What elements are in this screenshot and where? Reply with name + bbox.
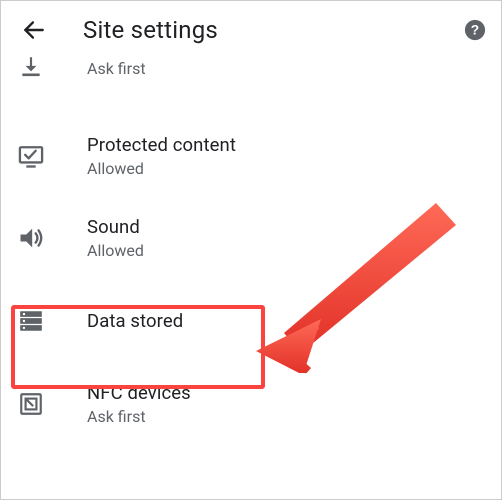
row-title: Sound [87,216,144,238]
page-title: Site settings [83,16,218,44]
row-subtitle: Ask first [87,59,146,78]
row-nfc-devices[interactable]: NFC devices Ask first [1,363,501,445]
row-title: NFC devices [87,382,191,404]
row-title: Data stored [87,310,183,332]
storage-icon [17,307,45,335]
row-subtitle: Ask first [87,407,191,426]
help-icon: ? [464,19,486,41]
sound-icon [17,224,45,252]
settings-list: Ask first Protected content Allowed Soun [1,59,501,445]
protected-icon [17,142,45,170]
row-title: Protected content [87,134,236,156]
header: Site settings ? [1,1,501,59]
back-button[interactable] [13,9,55,51]
download-icon [17,53,45,81]
row-data-stored[interactable]: Data stored [1,279,501,363]
row-protected-content[interactable]: Protected content Allowed [1,115,501,197]
nfc-icon [17,390,45,418]
row-subtitle: Allowed [87,159,236,178]
svg-text:?: ? [471,23,479,38]
row-subtitle: Allowed [87,241,144,260]
row-automatic-downloads[interactable]: Ask first [1,59,501,115]
row-sound[interactable]: Sound Allowed [1,197,501,279]
back-arrow-icon [21,17,47,43]
help-button[interactable]: ? [463,18,487,42]
